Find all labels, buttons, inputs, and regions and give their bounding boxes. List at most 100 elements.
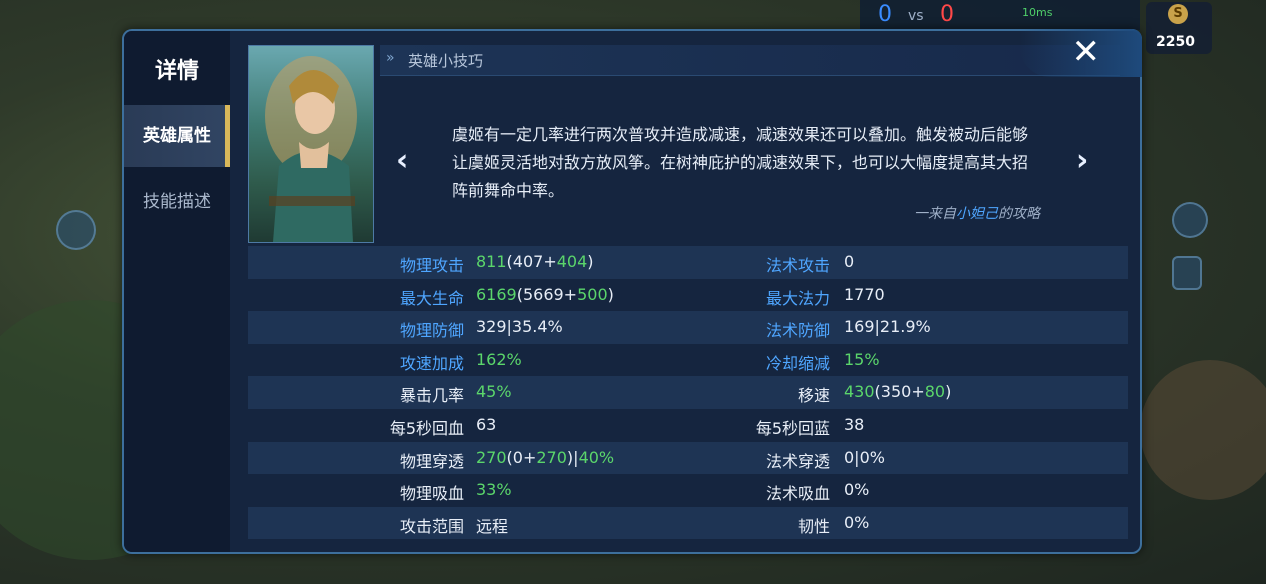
stat-row: 最大生命 6169(5669+500) 最大法力 1770	[248, 279, 1128, 312]
stat-label: 冷却缩减	[765, 353, 830, 373]
tab-skill-description[interactable]: 技能描述	[124, 171, 230, 233]
stat-row: 暴击几率 45% 移速 430(350+80)	[248, 376, 1128, 409]
stat-value-part: 270	[476, 447, 507, 467]
stat-value: 38	[844, 415, 864, 434]
hero-tips-header: » 英雄小技巧	[380, 45, 1120, 76]
stat-value-part: 6169	[476, 284, 517, 304]
stat-value-part: 33%	[476, 480, 512, 500]
gold-bag-icon: S	[1168, 4, 1188, 24]
background-rock	[1140, 360, 1266, 500]
stat-value-part: 430	[844, 382, 875, 402]
stat-value: 430(350+80)	[844, 382, 951, 401]
stat-label: 物理防御	[399, 321, 464, 341]
stat-label: 法术吸血	[765, 484, 830, 504]
stat-value-part: )	[587, 252, 594, 271]
stat-label: 移速	[797, 386, 830, 406]
stat-value: 169|21.9%	[844, 317, 931, 336]
stat-label: 法术穿透	[765, 451, 830, 471]
blue-team-score: 0	[878, 2, 892, 27]
next-tip-arrow-icon[interactable]: ›	[1076, 143, 1088, 178]
stat-value: 远程	[476, 513, 508, 537]
stat-value: 6169(5669+500)	[476, 285, 614, 304]
details-sidebar: 详情 英雄属性 技能描述	[124, 31, 230, 552]
stat-value-part: 0%	[844, 512, 870, 532]
stat-value-part: (407+	[506, 252, 557, 271]
stat-value: 0|0%	[844, 448, 885, 467]
stat-value-part: (350+	[874, 382, 925, 402]
stat-value-part: 404	[556, 252, 588, 271]
stat-value-part: 15%	[844, 349, 880, 369]
stat-label: 攻击范围	[399, 516, 464, 536]
stat-row: 物理吸血 33% 法术吸血 0%	[248, 474, 1128, 507]
stat-label: 每5秒回蓝	[755, 418, 830, 438]
prev-tip-arrow-icon[interactable]: ‹	[396, 143, 408, 178]
stat-value-part: 500	[577, 284, 608, 304]
stat-row: 物理穿透 270(0+270)|40% 法术穿透 0|0%	[248, 441, 1128, 475]
tips-label: 英雄小技巧	[408, 52, 484, 70]
stat-row: 攻击范围 远程 韧性 0%	[248, 506, 1128, 540]
stat-label: 每5秒回血	[389, 418, 464, 438]
stat-value: 15%	[844, 350, 880, 369]
stat-label: 物理穿透	[399, 451, 464, 471]
stat-row: 物理防御 329|35.4% 法术防御 169|21.9%	[248, 311, 1128, 344]
stat-value-part: 80	[924, 382, 946, 402]
stat-value-part: 1770	[844, 284, 885, 304]
hero-portrait-art	[265, 56, 357, 242]
double-chevron-icon: »	[386, 50, 395, 66]
tip-text: 虞姬有一定几率进行两次普攻并造成减速，减速效果还可以叠加。触发被动后能够让虞姬灵…	[452, 125, 1029, 200]
stat-value: 270(0+270)|40%	[476, 448, 614, 467]
stat-value: 1770	[844, 285, 885, 304]
chat-icon[interactable]	[1172, 202, 1208, 238]
stat-label: 物理攻击	[399, 256, 464, 275]
stat-label: 最大生命	[399, 288, 464, 308]
tip-source-author[interactable]: 小妲己	[956, 206, 998, 222]
stat-value-part: 40%	[578, 447, 615, 467]
red-team-score: 0	[940, 2, 954, 27]
hud-bar	[860, 0, 1140, 30]
shield-icon	[56, 210, 96, 250]
stat-value: 33%	[476, 480, 512, 499]
stat-value: 0%	[844, 480, 869, 499]
stats-table: 物理攻击 811(407+404) 法术攻击 0 最大生命 6169(5669+500) 最…	[248, 246, 1128, 540]
stat-row: 每5秒回血 63 每5秒回蓝 38	[248, 409, 1128, 442]
stat-value-part: 811	[476, 252, 507, 271]
stat-value-part: 0|0%	[844, 447, 885, 467]
stat-value: 0%	[844, 513, 869, 532]
close-icon: ✕	[1071, 32, 1101, 72]
stat-label: 最大法力	[765, 288, 830, 308]
tip-source: 一来自小妲己的攻略	[914, 203, 1040, 223]
stat-value-part: )	[607, 284, 614, 304]
stat-value: 162%	[476, 350, 522, 369]
stat-value-part: 63	[476, 414, 497, 434]
stat-label: 暴击几率	[399, 386, 464, 406]
tip-source-prefix: 一来自	[914, 206, 956, 222]
stat-value-part: 远程	[476, 516, 509, 536]
expand-icon[interactable]	[1172, 256, 1202, 290]
vs-label: vs	[908, 8, 924, 24]
stat-value: 0	[844, 252, 854, 271]
close-button[interactable]: ✕	[1020, 29, 1142, 77]
stat-value: 811(407+404)	[476, 252, 594, 271]
hero-portrait	[248, 45, 374, 243]
ping-indicator: 10ms	[1022, 6, 1053, 19]
stat-value-part: 0%	[844, 480, 870, 500]
stat-value-part: )|	[566, 447, 579, 467]
stat-value: 63	[476, 415, 496, 434]
stat-value: 45%	[476, 382, 512, 401]
stat-value-part: 0	[844, 252, 855, 271]
stat-value-part: 329|35.4%	[476, 317, 563, 337]
stat-label: 法术攻击	[765, 256, 830, 275]
gold-amount: 2250	[1156, 34, 1195, 50]
tab-hero-attributes[interactable]: 英雄属性	[124, 105, 230, 167]
stat-label: 物理吸血	[399, 484, 464, 504]
stat-value-part: (5669+	[516, 284, 578, 304]
stat-value-part: 45%	[476, 382, 512, 402]
stat-value: 329|35.4%	[476, 317, 563, 336]
stat-label: 韧性	[797, 516, 830, 536]
panel-title: 详情	[154, 59, 199, 84]
stat-label: 攻速加成	[399, 353, 464, 373]
stat-row: 攻速加成 162% 冷却缩减 15%	[248, 344, 1128, 377]
hero-details-panel: 详情 英雄属性 技能描述 » 英雄小技巧 ✕ ‹ › 虞姬有一定几率进行两次普攻…	[122, 29, 1142, 554]
stat-value-part: 162%	[476, 349, 522, 369]
stat-label: 法术防御	[765, 321, 830, 341]
